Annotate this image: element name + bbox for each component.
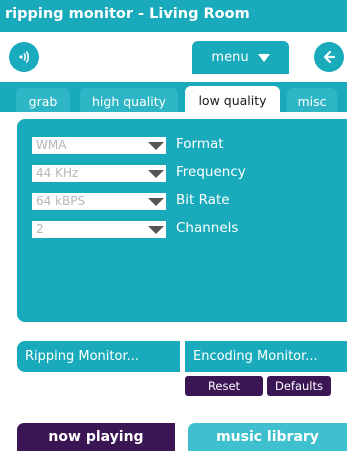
ripping-monitor-button[interactable]: Ripping Monitor... (17, 341, 180, 372)
chevron-down-icon[interactable] (148, 226, 164, 234)
header-row (0, 32, 347, 82)
menu-button[interactable]: menu (192, 41, 289, 74)
frequency-value: 44 KHz (36, 166, 79, 180)
bit-rate-value: 64 kBPS (36, 194, 86, 208)
frequency-select[interactable]: 44 KHz (32, 165, 166, 182)
tab-high-quality[interactable]: high quality (80, 88, 178, 114)
chevron-down-icon[interactable] (148, 198, 164, 206)
chevron-down-icon (257, 53, 270, 62)
music-library-button[interactable]: music library (188, 423, 347, 451)
frequency-label: Frequency (176, 164, 246, 180)
defaults-button[interactable]: Defaults (267, 376, 331, 396)
bit-rate-label: Bit Rate (176, 192, 230, 208)
chevron-down-icon[interactable] (148, 170, 164, 178)
format-select[interactable]: WMA (32, 137, 166, 154)
channels-value: 2 (36, 222, 44, 236)
speaker-button[interactable] (9, 42, 39, 72)
window-title: ripping monitor - Living Room (5, 6, 250, 22)
menu-label: menu (211, 50, 249, 65)
tab-misc[interactable]: misc (287, 88, 337, 114)
speaker-icon (19, 51, 30, 63)
format-label: Format (176, 136, 224, 152)
back-arrow-icon (323, 50, 336, 64)
channels-select[interactable]: 2 (32, 221, 166, 238)
encoding-monitor-button[interactable]: Encoding Monitor... (185, 341, 347, 372)
bit-rate-select[interactable]: 64 kBPS (32, 193, 166, 210)
reset-button[interactable]: Reset (185, 376, 263, 396)
now-playing-button[interactable]: now playing (17, 423, 175, 451)
back-button[interactable] (314, 42, 344, 72)
channels-label: Channels (176, 220, 239, 236)
chevron-down-icon[interactable] (148, 142, 164, 150)
tab-low-quality[interactable]: low quality (185, 86, 280, 114)
tab-grab[interactable]: grab (16, 88, 70, 114)
format-value: WMA (36, 138, 67, 152)
